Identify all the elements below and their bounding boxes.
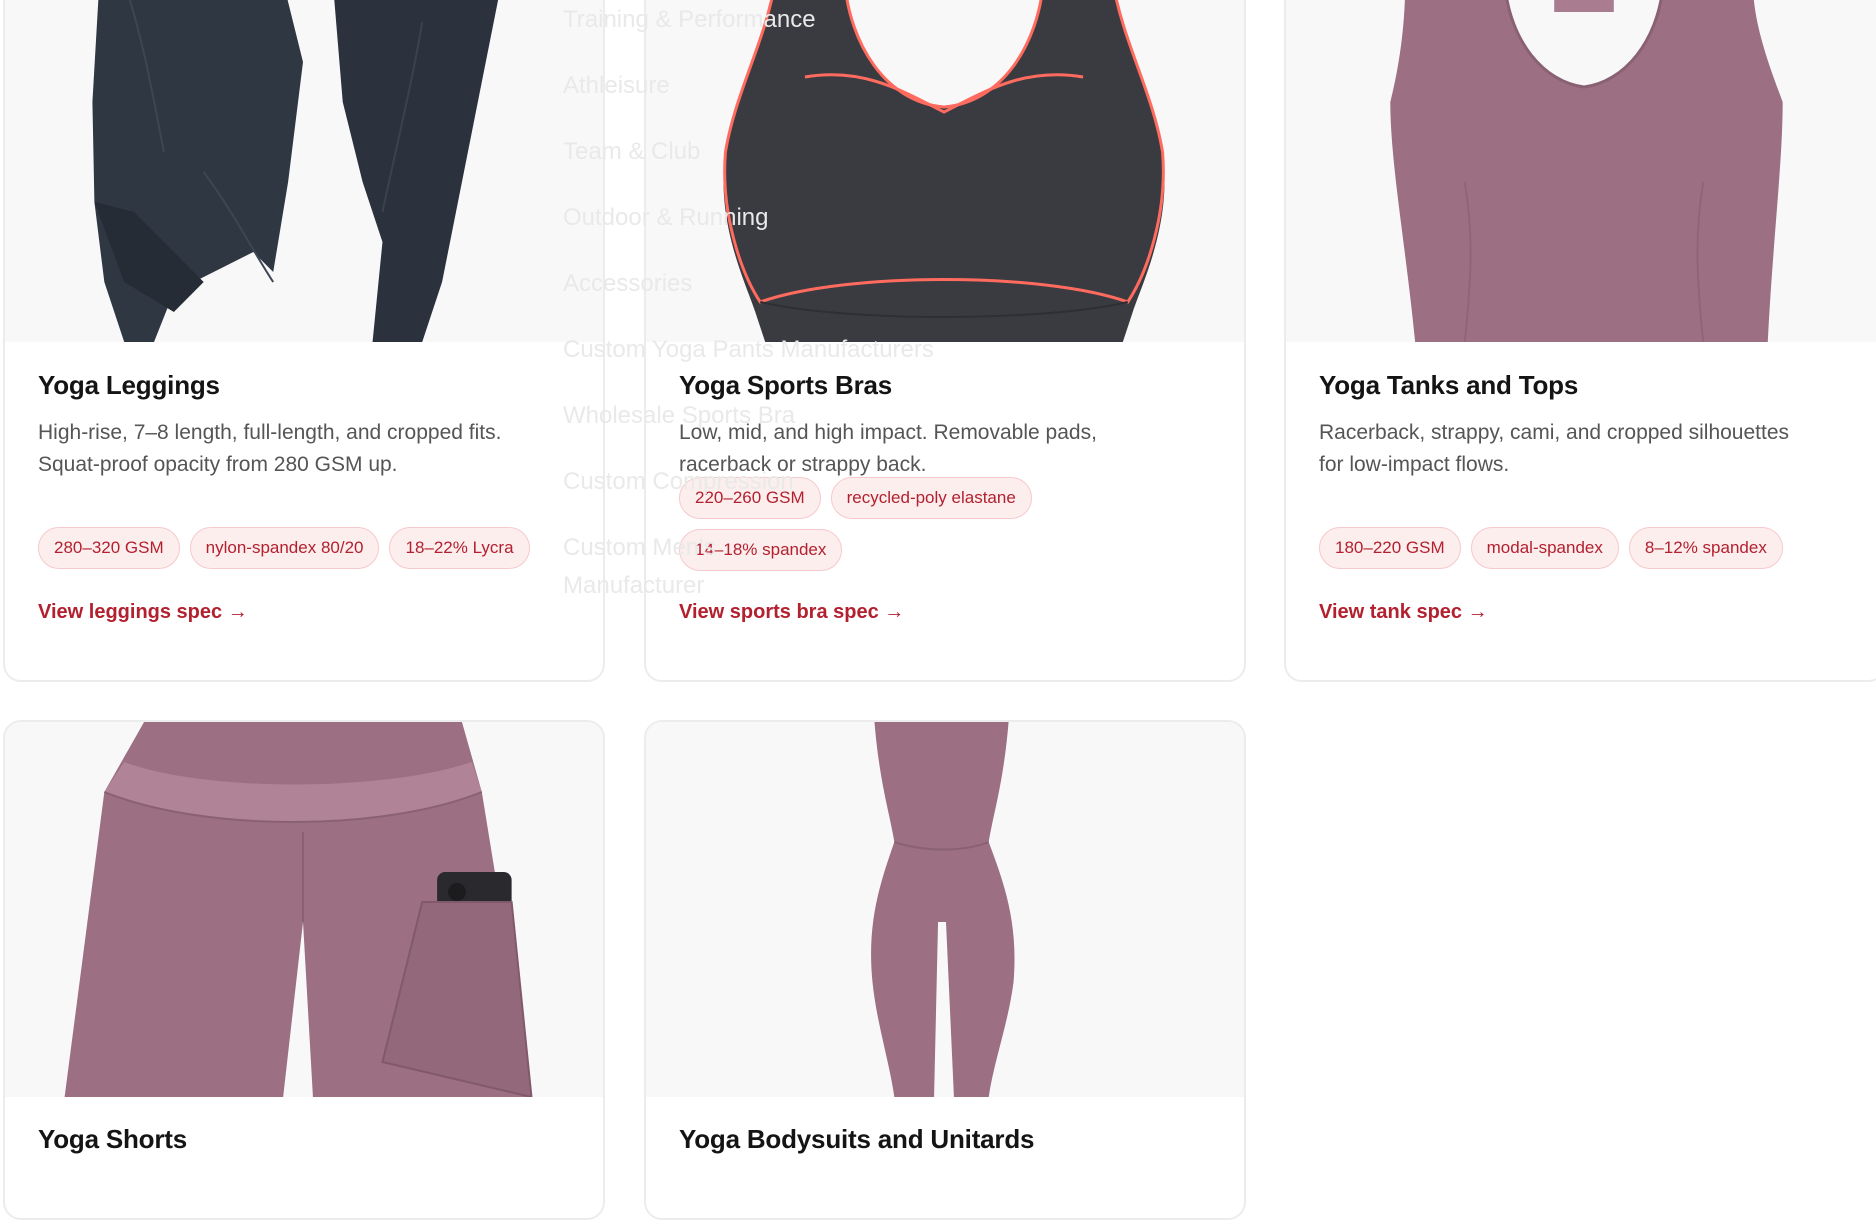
card-title: Yoga Tanks and Tops xyxy=(1319,370,1579,400)
spec-chip: modal-spandex xyxy=(1470,527,1619,569)
card-title: Yoga Shorts xyxy=(38,1124,188,1154)
card-description: Low, mid, and high impact. Removable pad… xyxy=(679,421,1097,476)
spec-chip: 280–320 GSM xyxy=(38,527,180,569)
spec-chip: 18–22% Lycra xyxy=(389,527,530,569)
spec-chip: 180–220 GSM xyxy=(1319,527,1461,569)
spec-chip: 8–12% spandex xyxy=(1628,527,1783,569)
view-sports-bra-spec-link[interactable]: View sports bra spec → xyxy=(679,601,904,624)
tank-image xyxy=(1286,0,1876,342)
spec-chip: recycled-poly elastane xyxy=(830,477,1032,519)
product-card-sports-bras[interactable]: Yoga Sports Bras Low, mid, and high impa… xyxy=(644,0,1246,682)
spec-chips: 180–220 GSM modal-spandex 8–12% spandex xyxy=(1319,527,1864,569)
view-leggings-spec-link[interactable]: View leggings spec → xyxy=(38,601,248,624)
card-description: Racerback, strappy, cami, and cropped si… xyxy=(1319,421,1790,476)
spec-chip: 14–18% spandex xyxy=(679,529,843,571)
view-tank-spec-link[interactable]: View tank spec → xyxy=(1319,601,1488,624)
spec-chips: 280–320 GSM nylon-spandex 80/20 18–22% L… xyxy=(38,527,583,569)
card-title: Yoga Bodysuits and Unitards xyxy=(679,1124,1035,1154)
product-card-bodysuits[interactable]: Yoga Bodysuits and Unitards xyxy=(644,720,1246,1220)
spec-chips: 220–260 GSM recycled-poly elastane 14–18… xyxy=(679,477,1104,571)
spec-chip: nylon-spandex 80/20 xyxy=(189,527,380,569)
leggings-image xyxy=(5,0,603,342)
product-card-leggings[interactable]: Yoga Leggings High-rise, 7–8 length, ful… xyxy=(3,0,605,682)
card-title: Yoga Sports Bras xyxy=(679,370,893,400)
sports-bra-image xyxy=(646,0,1244,342)
product-card-tanks[interactable]: Yoga Tanks and Tops Racerback, strappy, … xyxy=(1284,0,1876,682)
product-card-shorts[interactable]: Yoga Shorts xyxy=(3,720,605,1220)
spec-chip: 220–260 GSM xyxy=(679,477,821,519)
card-description: High-rise, 7–8 length, full-length, and … xyxy=(38,421,502,476)
card-title: Yoga Leggings xyxy=(38,370,220,400)
bodysuit-image xyxy=(646,722,1244,1097)
product-grid: Yoga Leggings High-rise, 7–8 length, ful… xyxy=(0,0,1876,1220)
shorts-image xyxy=(5,722,603,1097)
